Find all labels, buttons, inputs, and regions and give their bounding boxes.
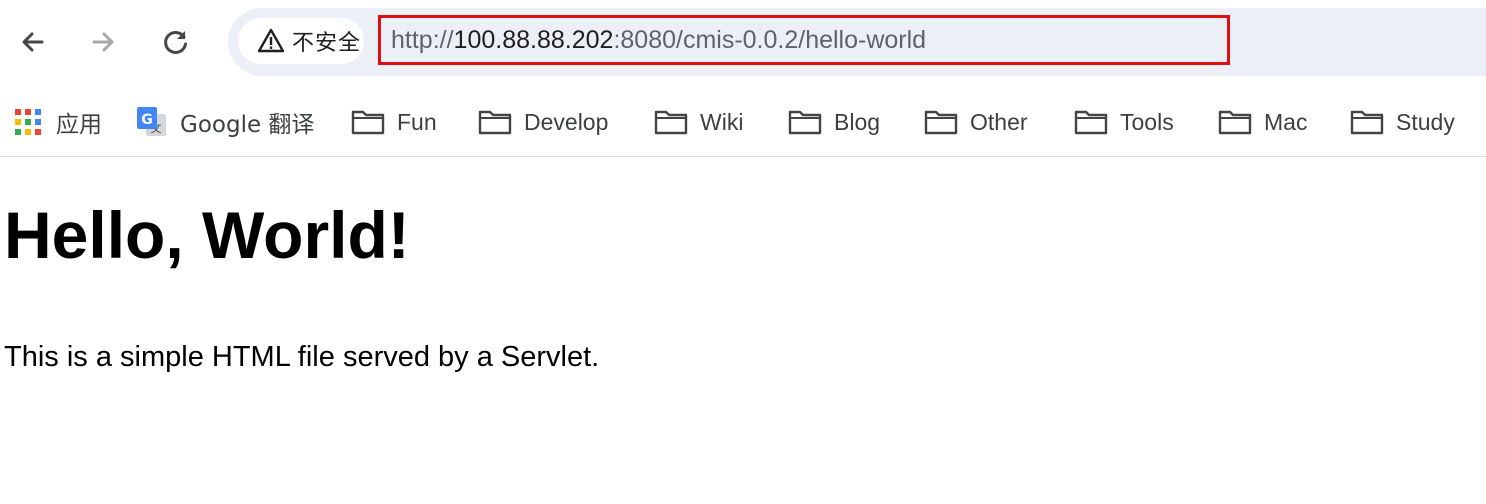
- bookmark-folder-develop[interactable]: Develop: [478, 92, 608, 152]
- omnibox[interactable]: 不安全 http://100.88.88.202:8080/cmis-0.0.2…: [228, 8, 1486, 76]
- google-translate-icon: 文 G: [137, 107, 166, 136]
- bookmark-folder-wiki[interactable]: Wiki: [654, 92, 743, 152]
- folder-icon: [1218, 110, 1252, 135]
- warning-triangle-icon: [258, 28, 284, 53]
- reload-icon: [164, 30, 187, 54]
- page-heading: Hello, World!: [4, 198, 410, 272]
- bookmark-folder-tools[interactable]: Tools: [1074, 92, 1174, 152]
- url-text: http://100.88.88.202:8080/cmis-0.0.2/hel…: [381, 26, 926, 55]
- page-content: Hello, World! This is a simple HTML file…: [0, 157, 1486, 504]
- apps-grid-icon: [15, 109, 41, 135]
- arrow-left-icon: [22, 32, 44, 52]
- security-indicator[interactable]: 不安全: [238, 18, 364, 64]
- bookmark-label: Develop: [524, 108, 609, 135]
- bookmark-label: Other: [970, 108, 1028, 135]
- bookmark-apps[interactable]: 应用: [14, 92, 102, 152]
- bookmark-label: Google 翻译: [180, 112, 315, 138]
- bookmark-label: Study: [1396, 108, 1455, 135]
- url-scheme: http://: [391, 25, 454, 54]
- forward-button[interactable]: [83, 22, 123, 62]
- bookmark-label: Mac: [1264, 108, 1308, 135]
- bookmark-folder-study[interactable]: Study: [1350, 92, 1455, 152]
- address-bar[interactable]: http://100.88.88.202:8080/cmis-0.0.2/hel…: [378, 15, 1230, 65]
- page-paragraph: This is a simple HTML file served by a S…: [4, 341, 600, 373]
- reload-button[interactable]: [156, 22, 196, 62]
- bookmark-label: Tools: [1120, 108, 1174, 135]
- bookmark-label: Fun: [397, 108, 437, 135]
- folder-icon: [788, 110, 822, 135]
- bookmark-google-translate[interactable]: 文 G Google 翻译: [136, 92, 314, 152]
- bookmark-folder-blog[interactable]: Blog: [788, 92, 880, 152]
- url-host: 100.88.88.202: [453, 25, 614, 54]
- url-path: :8080/cmis-0.0.2/hello-world: [613, 25, 927, 54]
- bookmark-label: Wiki: [700, 108, 744, 135]
- arrow-right-icon: [92, 32, 114, 52]
- security-label: 不安全: [292, 31, 362, 56]
- svg-text:G: G: [141, 112, 153, 128]
- folder-icon: [1074, 110, 1108, 135]
- bookmark-folder-fun[interactable]: Fun: [351, 92, 437, 152]
- bookmark-label: 应用: [56, 112, 102, 138]
- bookmark-label: Blog: [834, 108, 881, 135]
- bookmark-folder-mac[interactable]: Mac: [1218, 92, 1307, 152]
- back-button[interactable]: [13, 22, 53, 62]
- folder-icon: [351, 110, 385, 135]
- folder-icon: [924, 110, 958, 135]
- browser-toolbar: 不安全 http://100.88.88.202:8080/cmis-0.0.2…: [0, 0, 1486, 84]
- bookmark-folder-other[interactable]: Other: [924, 92, 1028, 152]
- folder-icon: [1350, 110, 1384, 135]
- folder-icon: [654, 110, 688, 135]
- folder-icon: [478, 110, 512, 135]
- bookmarks-bar: 应用 文 G Google 翻译 Fun Develop Wiki: [0, 92, 1486, 154]
